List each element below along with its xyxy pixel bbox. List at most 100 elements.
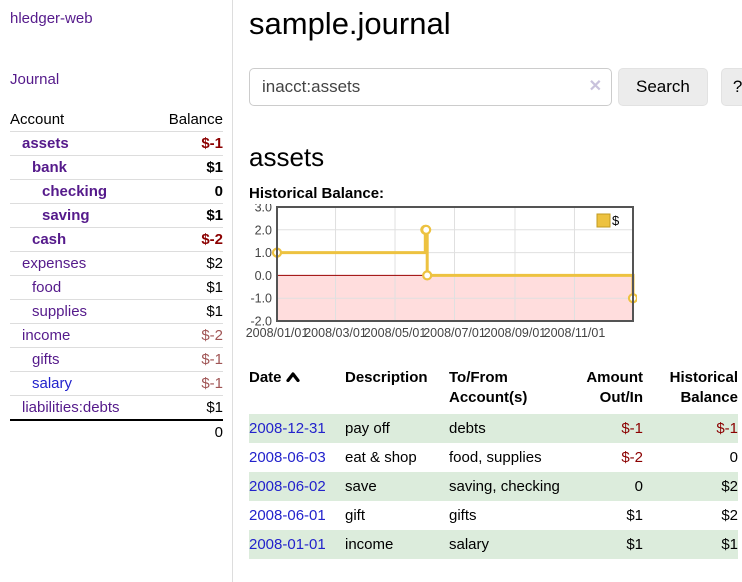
search-input[interactable] — [249, 68, 612, 106]
register-table: Date Description To/From Account(s) Amou… — [249, 364, 738, 559]
sort-ascending-icon — [286, 372, 300, 382]
search-form: ✕ Search ? — [249, 68, 738, 106]
accounts-table-header: Account Balance — [10, 108, 223, 132]
transaction-amount: 0 — [567, 472, 643, 501]
account-row: liabilities:debts $1 — [10, 396, 223, 421]
register-row: 2008-12-31 pay off debts $-1 $-1 — [249, 414, 738, 443]
account-balance: $1 — [152, 156, 223, 180]
account-link[interactable]: gifts — [32, 351, 60, 368]
account-row: checking 0 — [10, 180, 223, 204]
account-row: gifts $-1 — [10, 348, 223, 372]
svg-text:-2.0: -2.0 — [250, 315, 272, 329]
account-link[interactable]: expenses — [22, 255, 86, 272]
account-balance: $1 — [152, 276, 223, 300]
clear-search-icon[interactable]: ✕ — [589, 77, 602, 97]
accounts-total-row: 0 — [10, 420, 223, 444]
svg-text:2008/03/01: 2008/03/01 — [304, 326, 367, 340]
account-balance: $-2 — [152, 324, 223, 348]
transaction-date-link[interactable]: 2008-06-03 — [249, 449, 326, 466]
accounts-table: Account Balance assets $-1 bank $1 check… — [10, 108, 223, 444]
balance-column-header: Balance — [152, 108, 223, 132]
transaction-amount: $-1 — [567, 414, 643, 443]
svg-text:2008/11/01: 2008/11/01 — [544, 326, 606, 340]
account-link[interactable]: cash — [32, 231, 66, 248]
transaction-description: income — [345, 530, 449, 559]
account-link[interactable]: salary — [32, 375, 72, 392]
account-link[interactable]: liabilities:debts — [22, 399, 120, 416]
register-row: 2008-01-01 income salary $1 $1 — [249, 530, 738, 559]
amount-column-header: Amount Out/In — [567, 364, 643, 414]
svg-text:-1.0: -1.0 — [250, 292, 272, 306]
description-column-header: Description — [345, 364, 449, 414]
account-link[interactable]: supplies — [32, 303, 87, 320]
transaction-accounts: food, supplies — [449, 443, 567, 472]
account-balance: $-1 — [152, 372, 223, 396]
svg-text:2008/07/01: 2008/07/01 — [423, 326, 486, 340]
transaction-accounts: gifts — [449, 501, 567, 530]
account-row: assets $-1 — [10, 132, 223, 156]
transaction-amount: $-2 — [567, 443, 643, 472]
transaction-amount: $1 — [567, 530, 643, 559]
transaction-balance: 0 — [643, 443, 738, 472]
account-link[interactable]: assets — [22, 135, 69, 152]
transaction-balance: $-1 — [643, 414, 738, 443]
svg-text:0.0: 0.0 — [255, 269, 272, 283]
transaction-accounts: salary — [449, 530, 567, 559]
account-row: income $-2 — [10, 324, 223, 348]
sidebar-item-journal[interactable]: Journal — [10, 71, 222, 88]
account-link[interactable]: saving — [42, 207, 90, 224]
account-row: expenses $2 — [10, 252, 223, 276]
svg-text:$: $ — [612, 213, 620, 228]
account-column-header: Account — [10, 108, 152, 132]
transaction-description: pay off — [345, 414, 449, 443]
historical-balance-chart: 2008/01/012008/03/012008/05/012008/07/01… — [245, 204, 738, 350]
account-link[interactable]: checking — [42, 183, 107, 200]
account-balance: 0 — [152, 180, 223, 204]
balance-column-header-main: Historical Balance — [643, 364, 738, 414]
transaction-accounts: saving, checking — [449, 472, 567, 501]
app-title-link[interactable]: hledger-web — [10, 10, 222, 27]
main-content: sample.journal ✕ Search ? assets Histori… — [249, 0, 738, 559]
accounts-total-spacer — [10, 420, 152, 444]
chart-canvas: 2008/01/012008/03/012008/05/012008/07/01… — [245, 204, 637, 346]
transaction-date-link[interactable]: 2008-06-01 — [249, 507, 326, 524]
account-balance: $1 — [152, 300, 223, 324]
account-balance: $1 — [152, 204, 223, 228]
account-row: food $1 — [10, 276, 223, 300]
transaction-amount: $1 — [567, 501, 643, 530]
transaction-description: eat & shop — [345, 443, 449, 472]
account-link[interactable]: bank — [32, 159, 67, 176]
accounts-total-value: 0 — [152, 420, 223, 444]
account-row: saving $1 — [10, 204, 223, 228]
transaction-balance: $1 — [643, 530, 738, 559]
account-row: bank $1 — [10, 156, 223, 180]
sidebar: hledger-web Journal Account Balance asse… — [0, 0, 233, 582]
account-link[interactable]: food — [32, 279, 61, 296]
transaction-accounts: debts — [449, 414, 567, 443]
account-balance: $1 — [152, 396, 223, 421]
svg-text:3.0: 3.0 — [255, 204, 272, 215]
account-link[interactable]: income — [22, 327, 70, 344]
account-heading: assets — [249, 142, 738, 173]
page-title: sample.journal — [249, 0, 738, 42]
register-header-row: Date Description To/From Account(s) Amou… — [249, 364, 738, 414]
transaction-balance: $2 — [643, 472, 738, 501]
transaction-description: gift — [345, 501, 449, 530]
register-row: 2008-06-01 gift gifts $1 $2 — [249, 501, 738, 530]
account-balance: $-1 — [152, 132, 223, 156]
account-balance: $2 — [152, 252, 223, 276]
account-row: supplies $1 — [10, 300, 223, 324]
help-button[interactable]: ? — [721, 68, 742, 106]
svg-text:2008/09/01: 2008/09/01 — [484, 326, 547, 340]
transaction-date-link[interactable]: 2008-06-02 — [249, 478, 326, 495]
account-balance: $-2 — [152, 228, 223, 252]
date-column-header[interactable]: Date — [249, 364, 345, 414]
search-button[interactable]: Search — [618, 68, 708, 106]
svg-text:2.0: 2.0 — [255, 223, 272, 237]
transaction-date-link[interactable]: 2008-12-31 — [249, 420, 326, 437]
svg-text:1.0: 1.0 — [255, 246, 272, 260]
account-row: cash $-2 — [10, 228, 223, 252]
transaction-date-link[interactable]: 2008-01-01 — [249, 536, 326, 553]
accounts-column-header: To/From Account(s) — [449, 364, 567, 414]
account-row: salary $-1 — [10, 372, 223, 396]
